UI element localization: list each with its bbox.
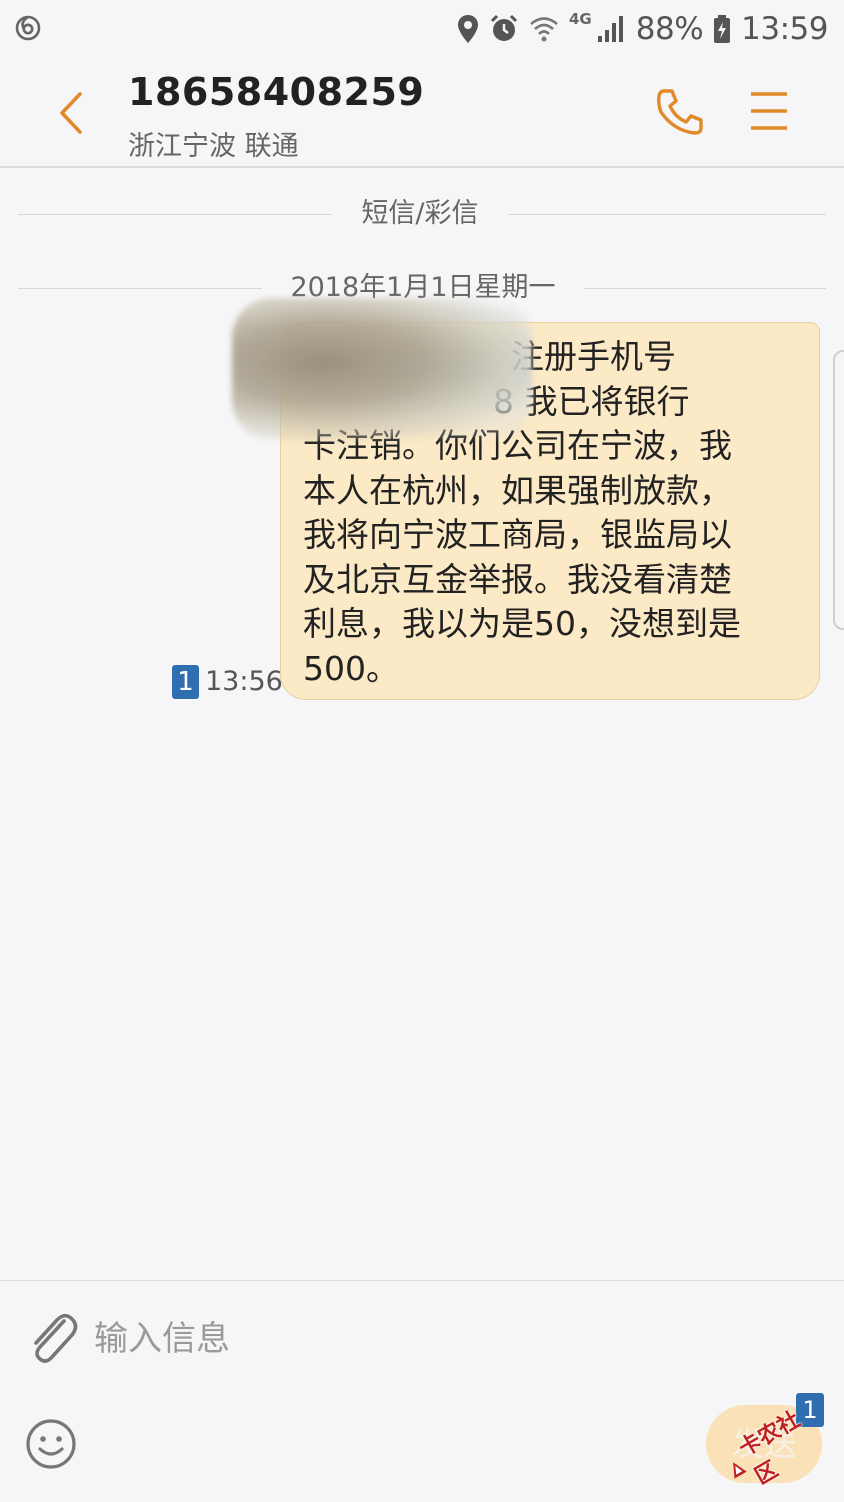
alarm-icon [490, 14, 518, 41]
compose-bar: 发送 1 [0, 1280, 844, 1501]
app-swirl-icon [15, 15, 41, 41]
divider-line [18, 288, 262, 289]
status-time: 13:59 [741, 11, 828, 47]
channel-divider: 短信/彩信 [18, 194, 826, 234]
message-line: 利息，我以为是50，没想到是 [303, 604, 741, 643]
message-time: 13:56 [205, 666, 283, 697]
phone-icon[interactable] [654, 86, 706, 138]
message-line: 及北京互金举报。我没看清楚 [303, 559, 732, 599]
message-input[interactable] [94, 1309, 694, 1369]
battery-icon [714, 15, 731, 43]
wifi-icon [530, 17, 558, 42]
redaction-smudge [232, 298, 532, 440]
divider-line [584, 288, 826, 289]
divider-line [508, 214, 826, 215]
contact-location: 浙江宁波 联通 [128, 131, 299, 162]
location-icon [458, 15, 478, 43]
contact-number: 18658408259 [128, 70, 425, 114]
message-line: 本人在杭州，如果强制放款， [303, 470, 732, 510]
paperclip-icon[interactable] [24, 1307, 80, 1367]
status-bar: 4G 88% 13:59 [0, 0, 844, 58]
sim-badge: 1 [172, 665, 199, 699]
back-chevron-icon[interactable] [52, 88, 92, 138]
status-indicators: 4G 88% 13:59 [457, 10, 828, 48]
message-line: 500。 [303, 648, 399, 688]
battery-percent: 88% [635, 11, 704, 47]
network-type-label: 4G [569, 10, 592, 28]
divider-line [18, 214, 332, 215]
menu-icon[interactable] [748, 88, 790, 134]
signal-icon [597, 16, 623, 42]
message-line: 我将向宁波工商局，银监局以 [303, 515, 732, 554]
emoji-icon[interactable] [24, 1417, 78, 1471]
channel-label: 短信/彩信 [361, 198, 479, 229]
conversation-header: 18658408259 浙江宁波 联通 [0, 58, 844, 168]
edge-scroll-handle[interactable] [833, 350, 844, 630]
